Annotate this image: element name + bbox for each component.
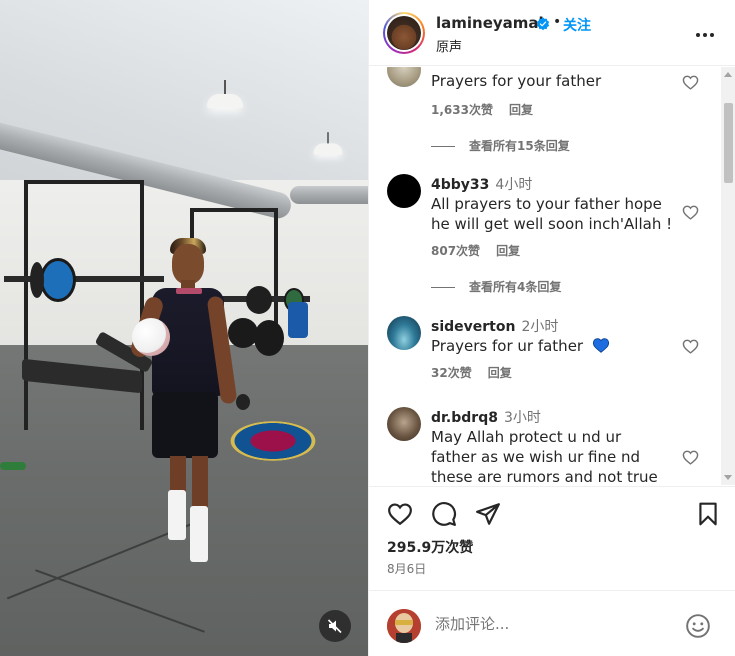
comment-bubble-icon[interactable] [431, 501, 457, 527]
speaker-muted-icon [327, 619, 342, 634]
scroll-thumb[interactable] [724, 103, 733, 183]
comment-text: All prayers to your father hope he will … [431, 195, 673, 233]
post-side-panel: lamineyamal • 关注 原声 Prayers for your fat… [368, 0, 735, 656]
comment-likes-count[interactable]: 1,633次赞 [431, 103, 493, 117]
separator-dot: • [553, 14, 562, 30]
author-avatar[interactable] [383, 12, 425, 54]
white-sock [190, 506, 208, 562]
shirt-collar [176, 288, 202, 294]
cartoon-avatar-image [387, 609, 421, 643]
commenter-username[interactable]: dr.bdrq8 3小时 [431, 407, 541, 427]
bookmark-icon[interactable] [695, 501, 721, 527]
view-replies-label: 查看所有4条回复 [469, 280, 562, 294]
smiley-icon[interactable] [685, 613, 711, 639]
commenter-username[interactable]: sideverton 2小时 [431, 316, 558, 336]
view-replies-label: 查看所有15条回复 [469, 139, 570, 153]
blue-heart-emoji [592, 338, 609, 353]
ceiling-lamp [313, 132, 343, 155]
comments-scrollbar[interactable] [721, 67, 735, 485]
comment-compose-bar [369, 590, 735, 656]
mute-button[interactable] [319, 610, 351, 642]
comment-likes-count[interactable]: 32次赞 [431, 366, 472, 380]
commenter-avatar[interactable] [387, 174, 421, 208]
comment-meta: 1,633次赞 回复 [431, 101, 549, 118]
weight-plate [40, 258, 76, 302]
player-leg [192, 456, 208, 508]
heart-icon[interactable] [682, 204, 699, 221]
post-likes-count[interactable]: 295.9万次赞 [387, 537, 473, 557]
post-header: lamineyamal • 关注 原声 [369, 0, 735, 66]
resistance-band [0, 462, 26, 470]
comment-text-body: Prayers for ur father [431, 337, 584, 355]
audio-label[interactable]: 原声 [436, 36, 462, 55]
post-action-bar [369, 486, 735, 536]
comment-meta: 32次赞 回复 [431, 364, 528, 381]
heart-icon[interactable] [682, 449, 699, 466]
username-text[interactable]: 4bby33 [431, 177, 489, 193]
white-sock [168, 490, 186, 540]
kettlebell [236, 394, 250, 410]
scroll-down-arrow[interactable] [724, 475, 732, 480]
post-date[interactable]: 8月6日 [387, 560, 426, 577]
equipment-stand [288, 302, 308, 338]
heart-icon[interactable] [682, 74, 699, 91]
comment-time: 4小时 [495, 177, 533, 193]
current-user-avatar [387, 609, 421, 643]
heart-icon[interactable] [682, 338, 699, 355]
comment-text: Prayers for ur father [431, 336, 681, 356]
paper-plane-icon[interactable] [475, 501, 501, 527]
training-shorts [152, 392, 218, 458]
avatar-image [387, 16, 421, 50]
reply-button[interactable]: 回复 [509, 103, 533, 117]
username-text[interactable]: dr.bdrq8 [431, 410, 498, 426]
commenter-avatar[interactable] [387, 316, 421, 350]
fcb-floor-logo [228, 420, 318, 462]
ceiling-lamp [207, 80, 243, 108]
squat-rack [24, 180, 144, 430]
heart-icon[interactable] [387, 501, 413, 527]
comment-text: Prayers for your father [431, 72, 602, 90]
comment-time: 3小时 [503, 410, 541, 426]
player-head [172, 244, 204, 284]
view-replies-link[interactable]: 查看所有4条回复 [431, 278, 561, 295]
verified-badge-icon [536, 17, 550, 31]
reply-button[interactable]: 回复 [496, 244, 520, 258]
comments-list[interactable]: Prayers for your father 1,633次赞 回复 查看所有15… [369, 67, 721, 485]
comment-likes-count[interactable]: 807次赞 [431, 244, 480, 258]
commenter-avatar[interactable] [387, 67, 421, 87]
commenter-username[interactable]: 4bby33 4小时 [431, 174, 532, 194]
post-video[interactable] [0, 0, 368, 656]
commenter-avatar[interactable] [387, 407, 421, 441]
ventilation-duct [290, 186, 368, 204]
add-comment-input[interactable] [435, 615, 675, 633]
scroll-up-arrow[interactable] [724, 72, 732, 77]
weight-plate [246, 286, 272, 314]
username-text[interactable]: sideverton [431, 319, 515, 335]
view-replies-link[interactable]: 查看所有15条回复 [431, 137, 570, 154]
comment-text: May Allah protect u nd ur father as we w… [431, 428, 658, 485]
comment-time: 2小时 [521, 319, 559, 335]
barbell [4, 276, 164, 282]
football [132, 318, 170, 356]
author-username[interactable]: lamineyamal [436, 14, 544, 32]
more-options-icon[interactable] [696, 22, 718, 42]
follow-button[interactable]: 关注 [563, 15, 591, 35]
medicine-ball [254, 320, 284, 356]
comment-meta: 807次赞 回复 [431, 242, 536, 259]
weight-plate [30, 262, 44, 298]
reply-button[interactable]: 回复 [488, 366, 512, 380]
